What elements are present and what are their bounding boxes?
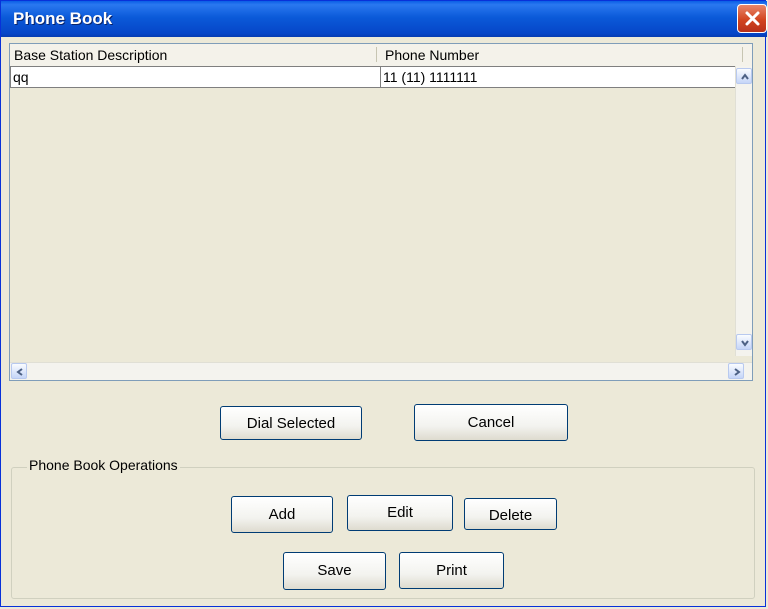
group-legend: Phone Book Operations <box>27 457 180 473</box>
vertical-scrollbar[interactable] <box>735 66 752 356</box>
cell-divider <box>380 67 381 87</box>
cell-phone: 11 (11) 1111111 <box>383 69 478 85</box>
table-row[interactable]: qq 11 (11) 1111111 <box>10 66 744 88</box>
save-button[interactable]: Save <box>283 552 386 590</box>
delete-button[interactable]: Delete <box>464 498 557 530</box>
column-header-description[interactable]: Base Station Description <box>14 47 167 63</box>
cancel-button[interactable]: Cancel <box>414 404 568 441</box>
scroll-left-button[interactable] <box>11 363 27 379</box>
chevron-left-icon <box>16 368 23 376</box>
dial-selected-button[interactable]: Dial Selected <box>220 406 362 440</box>
scroll-down-button[interactable] <box>736 334 752 350</box>
column-header-phone[interactable]: Phone Number <box>385 47 479 63</box>
phone-book-window: Phone Book Base Station Description Phon… <box>0 0 767 607</box>
close-icon <box>745 11 760 26</box>
add-button[interactable]: Add <box>231 496 333 533</box>
scroll-right-button[interactable] <box>728 363 744 379</box>
column-separator[interactable] <box>742 47 743 62</box>
close-button[interactable] <box>737 4 767 33</box>
window-title: Phone Book <box>13 9 113 28</box>
edit-button[interactable]: Edit <box>347 495 453 531</box>
print-button[interactable]: Print <box>399 552 504 589</box>
column-separator[interactable] <box>376 47 377 62</box>
horizontal-scrollbar[interactable] <box>10 362 752 380</box>
chevron-right-icon <box>734 368 741 376</box>
chevron-down-icon <box>741 340 749 347</box>
phone-book-table[interactable]: Base Station Description Phone Number qq… <box>9 43 753 381</box>
table-header: Base Station Description Phone Number <box>10 44 752 67</box>
title-bar[interactable]: Phone Book <box>1 1 767 37</box>
chevron-up-icon <box>741 73 749 80</box>
scroll-up-button[interactable] <box>736 68 752 84</box>
cell-description: qq <box>13 69 29 85</box>
